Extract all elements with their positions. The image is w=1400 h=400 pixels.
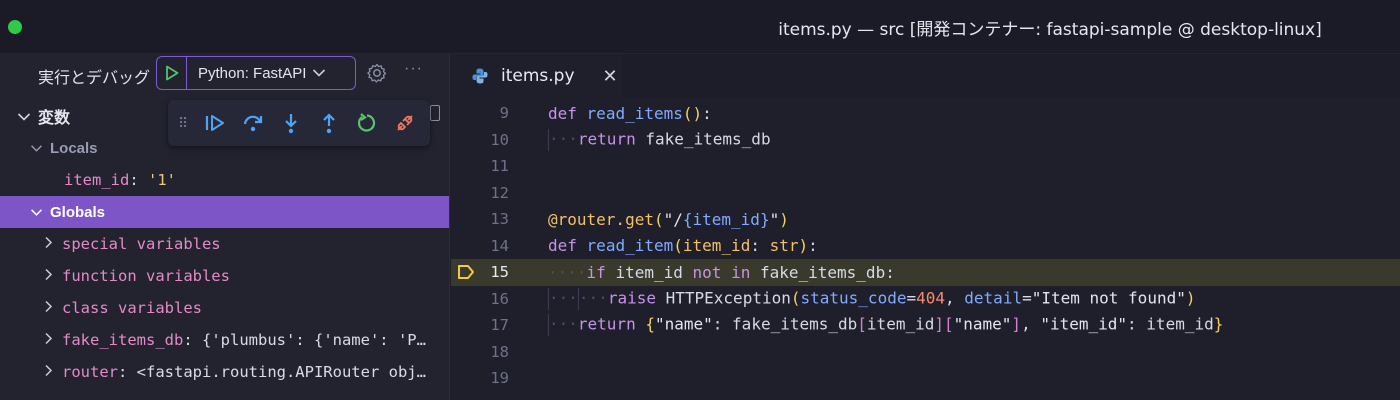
line-number: 19 bbox=[490, 369, 509, 388]
breakpoint-arrow-icon[interactable] bbox=[457, 264, 475, 280]
variable-row[interactable]: item_id: '1' bbox=[0, 164, 449, 196]
title-bar: items.py — src [開発コンテナー: fastapi-sample … bbox=[0, 0, 1400, 54]
code-line: 18 bbox=[451, 339, 1400, 366]
chevron-right-icon bbox=[40, 235, 56, 253]
close-icon[interactable]: ✕ bbox=[603, 66, 618, 87]
window-title: items.py — src [開発コンテナー: fastapi-sample … bbox=[778, 20, 1322, 40]
code-line: 12 bbox=[451, 180, 1400, 207]
collapse-all-icon[interactable] bbox=[430, 105, 440, 121]
disconnect-icon bbox=[397, 115, 413, 131]
code-editor[interactable]: 9 def read_items(): 10 ···return fake_it… bbox=[451, 98, 1400, 400]
line-number: 13 bbox=[490, 210, 509, 229]
code-line: 14 def read_item(item_id: str): bbox=[451, 233, 1400, 260]
play-icon bbox=[165, 65, 178, 81]
variable-value: {'plumbus': {'name': 'P… bbox=[202, 331, 426, 349]
line-number: 17 bbox=[490, 316, 509, 335]
continue-button[interactable] bbox=[196, 107, 234, 139]
more-actions-button[interactable]: ··· bbox=[404, 60, 423, 78]
line-number: 15 bbox=[490, 263, 509, 282]
variable-group-label: class variables bbox=[62, 299, 202, 317]
code-line: 13 @router.get("/{item_id}") bbox=[451, 206, 1400, 233]
scope-label: Globals bbox=[50, 203, 106, 221]
variable-group-row[interactable]: special variables bbox=[0, 228, 449, 260]
continue-icon bbox=[205, 115, 224, 131]
line-number: 9 bbox=[499, 104, 509, 123]
chevron-down-icon bbox=[16, 107, 32, 126]
window-zoom-button[interactable] bbox=[8, 20, 22, 34]
variable-name: fake_items_db bbox=[62, 331, 184, 349]
restart-icon bbox=[357, 113, 376, 132]
code-line: 9 def read_items(): bbox=[451, 100, 1400, 127]
step-out-icon bbox=[323, 113, 335, 134]
restart-button[interactable] bbox=[348, 107, 386, 139]
variable-name: item_id bbox=[64, 171, 130, 189]
current-execution-line: 15 ····if item_id not in fake_items_db: bbox=[451, 259, 1400, 286]
tab-items-py[interactable]: items.py ✕ bbox=[451, 54, 623, 98]
sidebar-title: 実行とデバッグ bbox=[38, 68, 151, 87]
chevron-right-icon bbox=[40, 331, 56, 349]
line-number: 14 bbox=[490, 236, 509, 255]
code-line: 10 ···return fake_items_db bbox=[451, 127, 1400, 154]
tab-label: items.py bbox=[501, 66, 575, 86]
variable-value: '1' bbox=[148, 171, 176, 189]
launch-config-label: Python: FastAPI bbox=[198, 64, 307, 82]
chevron-right-icon bbox=[40, 299, 56, 317]
chevron-down-icon bbox=[313, 69, 326, 77]
line-number: 18 bbox=[490, 342, 509, 361]
chevron-right-icon bbox=[40, 363, 56, 381]
code-line: 16 ······raise HTTPException(status_code… bbox=[451, 286, 1400, 313]
chevron-right-icon bbox=[40, 267, 56, 285]
sidebar-header: 実行とデバッグ Python: FastAPI ··· bbox=[0, 54, 450, 98]
disconnect-button[interactable] bbox=[386, 107, 424, 139]
line-number: 12 bbox=[490, 183, 509, 202]
debug-toolbar: ⠿ bbox=[168, 100, 430, 146]
step-over-button[interactable] bbox=[234, 107, 272, 139]
variables-section-title: 変数 bbox=[38, 108, 71, 127]
code-line: 19 bbox=[451, 365, 1400, 392]
drag-handle-icon[interactable]: ⠿ bbox=[178, 115, 196, 132]
variable-row[interactable]: router: <fastapi.routing.APIRouter obj… bbox=[0, 356, 449, 388]
step-into-icon bbox=[285, 114, 297, 134]
variable-group-label: special variables bbox=[62, 235, 221, 253]
line-number: 11 bbox=[490, 157, 509, 176]
code-line: 11 bbox=[451, 153, 1400, 180]
step-into-button[interactable] bbox=[272, 107, 310, 139]
step-over-icon bbox=[243, 115, 263, 132]
variable-value: <fastapi.routing.APIRouter obj… bbox=[136, 363, 426, 381]
scope-globals[interactable]: Globals bbox=[0, 196, 449, 228]
scope-label: Locals bbox=[50, 139, 98, 157]
step-out-button[interactable] bbox=[310, 107, 348, 139]
start-debugging-button[interactable] bbox=[157, 57, 187, 89]
chevron-down-icon bbox=[28, 204, 44, 221]
variable-group-label: function variables bbox=[62, 267, 230, 285]
variable-name: router bbox=[62, 363, 118, 381]
line-number: 10 bbox=[490, 130, 509, 149]
variable-group-row[interactable]: function variables bbox=[0, 260, 449, 292]
line-number: 16 bbox=[490, 289, 509, 308]
chevron-down-icon bbox=[28, 140, 44, 157]
gear-icon[interactable] bbox=[366, 62, 388, 84]
code-line: 17 ···return {"name": fake_items_db[item… bbox=[451, 312, 1400, 339]
python-file-icon bbox=[472, 68, 488, 84]
variable-row[interactable]: fake_items_db: {'plumbus': {'name': 'P… bbox=[0, 324, 449, 356]
variable-group-row[interactable]: class variables bbox=[0, 292, 449, 324]
launch-config-selector[interactable]: Python: FastAPI bbox=[156, 56, 356, 90]
editor-tab-bar: items.py ✕ bbox=[451, 54, 1400, 98]
